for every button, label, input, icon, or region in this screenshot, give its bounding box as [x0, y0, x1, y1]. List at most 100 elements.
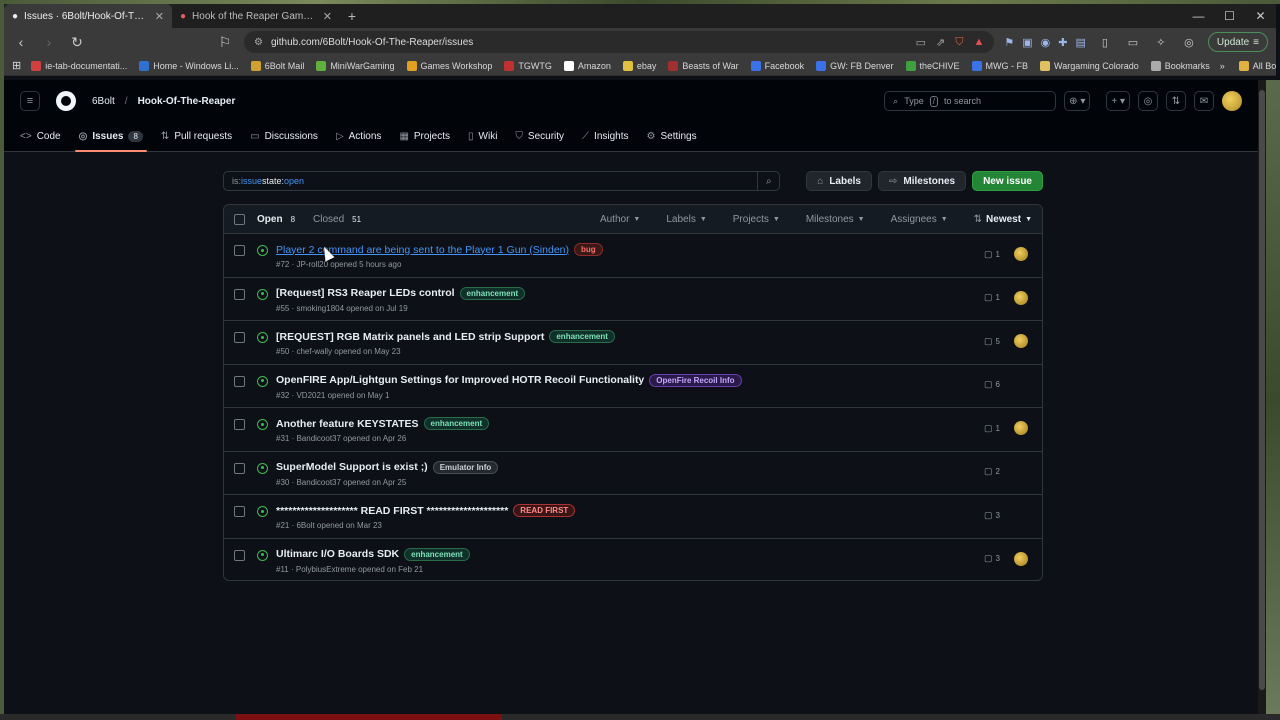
- rewards-icon[interactable]: ▲: [974, 36, 985, 49]
- issue-title-link[interactable]: ******************** READ FIRST ********…: [276, 505, 508, 517]
- filter-author[interactable]: Author ▼: [600, 214, 640, 225]
- issue-label-badge[interactable]: Emulator Info: [432, 460, 499, 474]
- pull-requests-icon[interactable]: ⇅: [1166, 91, 1186, 111]
- page-scrollbar[interactable]: [1258, 80, 1266, 720]
- filter-milestones[interactable]: Milestones ▼: [806, 214, 865, 225]
- issue-checkbox[interactable]: [234, 462, 245, 474]
- filter-projects[interactable]: Projects ▼: [733, 214, 780, 225]
- extension-icon[interactable]: ▣: [1022, 36, 1032, 49]
- repo-link[interactable]: Hook-Of-The-Reaper: [138, 96, 236, 107]
- select-all-checkbox[interactable]: [234, 213, 245, 225]
- comment-count-link[interactable]: ▢ 1: [984, 292, 1006, 303]
- bookmark-item[interactable]: theCHIVE: [905, 60, 960, 71]
- tab-code[interactable]: <> Code: [20, 124, 61, 148]
- issue-title-link[interactable]: OpenFIRE App/Lightgun Settings for Impro…: [276, 374, 644, 386]
- bookmark-item[interactable]: MiniWarGaming: [316, 60, 395, 71]
- bookmark-star-icon[interactable]: ⚐: [216, 34, 234, 51]
- issue-label-badge[interactable]: enhancement: [549, 330, 615, 343]
- reload-icon[interactable]: ↻: [68, 34, 86, 51]
- assignee-avatar[interactable]: [1014, 551, 1028, 566]
- comment-count-link[interactable]: ▢ 6: [984, 379, 1006, 390]
- share-icon[interactable]: ⇗: [936, 36, 945, 49]
- hamburger-menu-icon[interactable]: ≡: [20, 91, 40, 111]
- tab-projects[interactable]: ▦ Projects: [399, 124, 450, 148]
- sort-dropdown[interactable]: ⇅ Newest ▼: [974, 214, 1032, 225]
- vpn-icon[interactable]: ◎: [1180, 36, 1198, 49]
- wallet-icon[interactable]: ▭: [1124, 36, 1142, 49]
- create-new-button[interactable]: + ▾: [1106, 91, 1130, 111]
- issue-label-badge[interactable]: enhancement: [423, 417, 490, 430]
- tab-settings[interactable]: ⚙ Settings: [647, 124, 697, 148]
- bookmark-item[interactable]: Wargaming Colorado: [1040, 60, 1139, 71]
- bookmark-item[interactable]: MWG - FB: [971, 60, 1028, 71]
- comment-count-link[interactable]: ▢ 3: [984, 553, 1006, 564]
- new-issue-button[interactable]: New issue: [972, 171, 1043, 191]
- issue-label-badge[interactable]: bug: [574, 243, 603, 256]
- puzzle-icon[interactable]: ✚: [1058, 36, 1067, 49]
- apps-grid-icon[interactable]: ⊞: [12, 59, 21, 72]
- forward-icon[interactable]: ›: [40, 34, 58, 50]
- comment-count-link[interactable]: ▢ 5: [984, 336, 1006, 347]
- open-issues-tab[interactable]: Open 8: [257, 214, 295, 225]
- tab-actions[interactable]: ▷ Actions: [336, 124, 382, 148]
- assignee-avatar[interactable]: [1014, 290, 1028, 305]
- bookmark-item[interactable]: Amazon: [563, 60, 611, 71]
- filter-assignees[interactable]: Assignees ▼: [891, 214, 948, 225]
- close-tab-icon[interactable]: ✕: [155, 10, 164, 23]
- new-tab-icon[interactable]: +: [340, 4, 364, 28]
- leo-icon[interactable]: ✧: [1152, 36, 1170, 49]
- address-bar[interactable]: ⚙ github.com/6Bolt/Hook-Of-The-Reaper/is…: [244, 31, 995, 53]
- comment-count-link[interactable]: ▢ 2: [984, 466, 1006, 477]
- comment-count-link[interactable]: ▢ 1: [984, 423, 1006, 434]
- table-row[interactable]: OpenFIRE App/Lightgun Settings for Impro…: [224, 365, 1042, 408]
- issue-search-input[interactable]: is: issue state: open ⌕: [223, 171, 781, 191]
- inbox-icon[interactable]: ✉: [1194, 91, 1214, 111]
- issue-checkbox[interactable]: [234, 549, 245, 561]
- tab-wiki[interactable]: ▯ Wiki: [468, 124, 497, 148]
- brave-shield-icon[interactable]: ⛉: [955, 36, 963, 49]
- update-button[interactable]: Update ≡: [1207, 32, 1268, 52]
- assignee-avatar[interactable]: [1014, 247, 1028, 261]
- milestones-button[interactable]: ⇨ Milestones: [878, 171, 967, 191]
- bookmark-item[interactable]: Beasts of War: [668, 60, 739, 71]
- sidebar-icon[interactable]: ▯: [1096, 36, 1114, 49]
- bookmark-item[interactable]: Facebook: [750, 60, 804, 71]
- issue-title-link[interactable]: Another feature KEYSTATES: [276, 418, 419, 430]
- bookmark-item[interactable]: 6Bolt Mail: [250, 60, 304, 71]
- issue-checkbox[interactable]: [234, 332, 245, 343]
- bookmark-item[interactable]: ie-tab-documentati...: [31, 60, 127, 71]
- bookmark-item[interactable]: ebay: [622, 60, 656, 71]
- comment-count-link[interactable]: ▢ 3: [984, 510, 1006, 521]
- search-input[interactable]: ⌕ Type / to search: [884, 91, 1057, 111]
- tab-issues[interactable]: ◎ Issues 8: [74, 124, 148, 152]
- cast-icon[interactable]: ▭: [916, 36, 926, 49]
- browser-tab-gamefiles[interactable]: ● Hook of the Reaper GameFiles/Demo ✕: [172, 4, 340, 28]
- bookmark-item[interactable]: TGWTG: [504, 60, 552, 71]
- close-window-icon[interactable]: ✕: [1245, 4, 1276, 28]
- issue-title-link[interactable]: [Request] RS3 Reaper LEDs control: [276, 287, 455, 299]
- table-row[interactable]: [Request] RS3 Reaper LEDs control enhanc…: [224, 278, 1042, 321]
- issues-icon[interactable]: ◎: [1138, 91, 1158, 111]
- assignee-avatar[interactable]: [1014, 421, 1028, 435]
- site-info-icon[interactable]: ⚙: [254, 37, 263, 48]
- tab-security[interactable]: ⛉ Security: [515, 124, 564, 148]
- back-icon[interactable]: ‹: [12, 34, 30, 50]
- issue-label-badge[interactable]: enhancement: [459, 286, 526, 300]
- tab-pull-requests[interactable]: ⇅ Pull requests: [161, 124, 232, 148]
- github-logo-icon[interactable]: [56, 91, 76, 111]
- assignee-avatar[interactable]: [1014, 334, 1028, 348]
- issue-label-badge[interactable]: OpenFire Recoil Info: [649, 373, 742, 387]
- all-bookmarks-folder[interactable]: All Bookmarks: [1238, 60, 1276, 71]
- avatar[interactable]: [1222, 91, 1242, 111]
- issue-checkbox[interactable]: [234, 506, 245, 517]
- table-row[interactable]: Another feature KEYSTATES enhancement #3…: [224, 408, 1042, 452]
- media-icon[interactable]: ▤: [1076, 36, 1086, 49]
- close-tab-icon[interactable]: ✕: [323, 10, 332, 23]
- tab-discussions[interactable]: ▭ Discussions: [250, 124, 318, 148]
- owner-link[interactable]: 6Bolt: [92, 96, 115, 107]
- bookmark-item[interactable]: Home - Windows Li...: [139, 60, 239, 71]
- more-bookmarks-icon[interactable]: »: [1220, 61, 1225, 71]
- filter-labels[interactable]: Labels ▼: [666, 214, 706, 225]
- closed-issues-tab[interactable]: Closed 51: [313, 214, 361, 225]
- issue-title-link[interactable]: SuperModel Support is exist ;): [276, 461, 428, 473]
